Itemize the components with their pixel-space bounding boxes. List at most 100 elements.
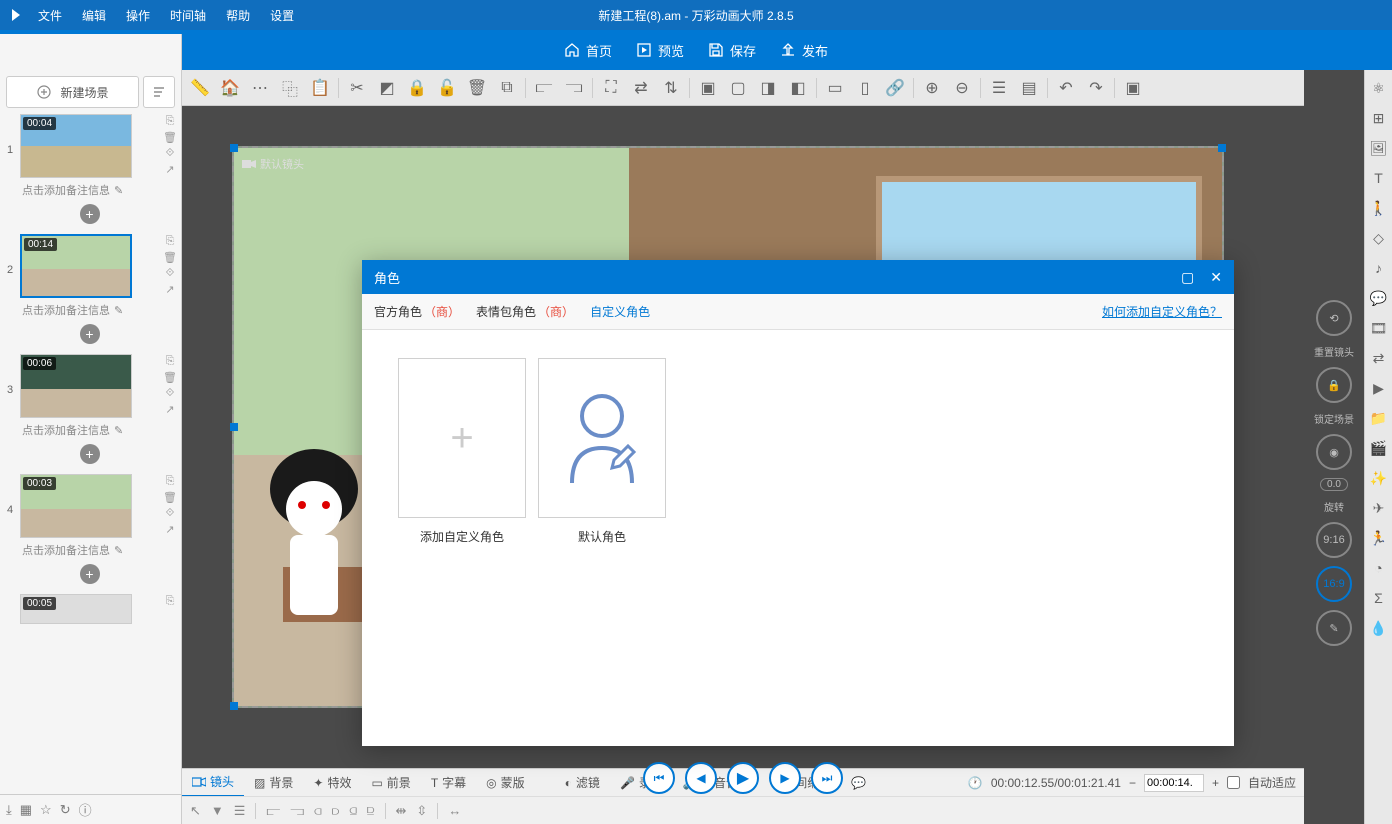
film-icon[interactable]: 🎬 (1369, 438, 1389, 458)
insert-scene-button[interactable]: + (80, 564, 100, 584)
crop-icon[interactable]: ◩ (373, 74, 401, 102)
scene-thumbnail[interactable]: 00:14 (20, 234, 132, 298)
info-icon[interactable]: ⓘ (79, 800, 92, 819)
scene-note[interactable]: 点击添加备注信息✎ (20, 418, 159, 442)
refresh-icon[interactable]: ↻ (60, 802, 71, 818)
insert-scene-button[interactable]: + (80, 204, 100, 224)
dist-h-icon[interactable]: ⇹ (396, 803, 407, 819)
music-icon[interactable]: ♪ (1369, 258, 1389, 278)
fit-icon[interactable]: ⛶ (597, 74, 625, 102)
scene-thumbnail[interactable]: 00:06 (20, 354, 132, 418)
insert-scene-button[interactable]: + (80, 324, 100, 344)
scene-item[interactable]: 3 00:06 点击添加备注信息✎ + ⎘ 🗑 ⟐ ↗ (4, 354, 177, 466)
align-l-icon[interactable]: ⫍ (266, 803, 280, 819)
preview-action[interactable]: 预览 (636, 41, 684, 60)
menu-file[interactable]: 文件 (28, 0, 72, 30)
character-icon[interactable]: 🚶 (1369, 198, 1389, 218)
more-icon[interactable]: ⋯ (246, 74, 274, 102)
layers2-icon[interactable]: ☰ (234, 803, 246, 819)
align-center-icon[interactable]: ⫎ (560, 74, 588, 102)
funnel-icon[interactable]: ▼ (211, 803, 224, 818)
align-t-icon[interactable]: ⫐ (332, 803, 340, 819)
tool-filter[interactable]: ◐滤镜 (555, 769, 610, 797)
undo-icon[interactable]: ↶ (1052, 74, 1080, 102)
align-left-icon[interactable]: ⫍ (530, 74, 558, 102)
group-icon[interactable]: ▭ (821, 74, 849, 102)
reset-camera-button[interactable]: ⟲ (1316, 300, 1352, 336)
copy-icon[interactable]: ⎘ (163, 594, 177, 608)
ungroup-icon[interactable]: ▯ (851, 74, 879, 102)
menu-action[interactable]: 操作 (116, 0, 160, 30)
delete-icon[interactable]: 🗑 (163, 130, 177, 144)
lock-icon[interactable]: 🔒 (403, 74, 431, 102)
delete-icon[interactable]: 🗑 (163, 490, 177, 504)
tab-official-role[interactable]: 官方角色（商） (374, 303, 460, 320)
share-icon[interactable]: ↗ (163, 162, 177, 176)
video-icon[interactable]: 🎞 (1369, 318, 1389, 338)
share-icon[interactable]: ↗ (163, 282, 177, 296)
tab-emoji-role[interactable]: 表情包角色（商） (476, 303, 574, 320)
scene-note[interactable]: 点击添加备注信息✎ (20, 178, 159, 202)
components-icon[interactable]: ⚛ (1369, 78, 1389, 98)
tab-subtitle[interactable]: T字幕 (421, 769, 476, 797)
scene-thumbnail[interactable]: 00:05 (20, 594, 132, 624)
sort-scenes-button[interactable] (143, 76, 175, 108)
star-icon[interactable]: ☆ (40, 802, 52, 818)
step-fwd-button[interactable]: ▶ (769, 762, 801, 794)
plane-icon[interactable]: ✈ (1369, 498, 1389, 518)
copy-tool-icon[interactable]: ⿻ (276, 74, 304, 102)
hierarchy-icon[interactable]: ⊞ (1369, 108, 1389, 128)
image-icon[interactable]: 🖼 (1369, 138, 1389, 158)
help-link[interactable]: 如何添加自定义角色？ (1102, 303, 1222, 320)
close-icon[interactable]: ✕ (1210, 269, 1222, 286)
panel-icon[interactable]: ▤ (1015, 74, 1043, 102)
maximize-icon[interactable]: ▢ (1181, 269, 1194, 286)
dialog-header[interactable]: 角色 ▢ ✕ (362, 260, 1234, 294)
tab-camera[interactable]: 镜头 (182, 769, 244, 797)
merge-icon[interactable]: ⧉ (493, 74, 521, 102)
align-b-icon[interactable]: ⫒ (367, 803, 375, 819)
grid-icon[interactable]: ▦ (20, 802, 32, 818)
scene-note[interactable]: 点击添加备注信息✎ (20, 298, 159, 322)
bookmark-icon[interactable]: ⟐ (163, 386, 177, 400)
ratio-916-button[interactable]: 9:16 (1316, 522, 1352, 558)
menu-settings[interactable]: 设置 (260, 0, 304, 30)
unlock-icon[interactable]: 🔓 (433, 74, 461, 102)
formula-icon[interactable]: Σ (1369, 588, 1389, 608)
copy-icon[interactable]: ⎘ (163, 114, 177, 128)
scene-item[interactable]: 4 00:03 点击添加备注信息✎ + ⎘ 🗑 ⟐ ↗ (4, 474, 177, 586)
delete-icon[interactable]: 🗑 (163, 250, 177, 264)
share-icon[interactable]: ↗ (163, 522, 177, 536)
cut-icon[interactable]: ✂ (343, 74, 371, 102)
bookmark-icon[interactable]: ⟐ (163, 146, 177, 160)
scene-item[interactable]: 00:05 ⎘ (4, 594, 177, 624)
menu-timeline[interactable]: 时间轴 (160, 0, 216, 30)
zoom-in-icon[interactable]: ⊕ (918, 74, 946, 102)
bring-front-icon[interactable]: ▣ (694, 74, 722, 102)
expand-icon[interactable]: ▶ (1369, 378, 1389, 398)
publish-action[interactable]: 发布 (780, 41, 828, 60)
swap-icon[interactable]: ⇄ (1369, 348, 1389, 368)
forward-icon[interactable]: ◨ (754, 74, 782, 102)
shape-icon[interactable]: ◇ (1369, 228, 1389, 248)
scene-thumbnail[interactable]: 00:03 (20, 474, 132, 538)
rotate-dial[interactable]: ◉ (1316, 434, 1352, 470)
edit-button[interactable]: ✎ (1316, 610, 1352, 646)
folder-icon[interactable]: 📁 (1369, 408, 1389, 428)
copy-icon[interactable]: ⎘ (163, 354, 177, 368)
callout-icon[interactable]: 💬 (1369, 288, 1389, 308)
bookmark-icon[interactable]: ⟐ (163, 266, 177, 280)
layers-icon[interactable]: ☰ (985, 74, 1013, 102)
default-role-card[interactable]: 默认角色 (538, 358, 666, 545)
prev-button[interactable]: ⏮ (643, 762, 675, 794)
camera-tool-icon[interactable]: ▣ (1119, 74, 1147, 102)
ratio-169-button[interactable]: 16:9 (1316, 566, 1352, 602)
tab-foreground[interactable]: ▭前景 (361, 769, 420, 797)
send-back-icon[interactable]: ▢ (724, 74, 752, 102)
lock-scene-button[interactable]: 🔒 (1316, 367, 1352, 403)
share-icon[interactable]: ↗ (163, 402, 177, 416)
backward-icon[interactable]: ◧ (784, 74, 812, 102)
default-role-box[interactable] (538, 358, 666, 518)
ruler-icon[interactable]: 📏 (186, 74, 214, 102)
export-icon[interactable]: ⤓ (6, 802, 12, 818)
